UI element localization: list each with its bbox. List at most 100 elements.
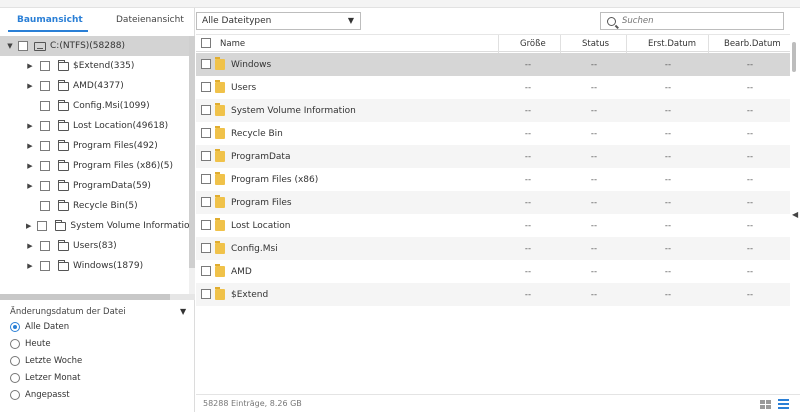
table-row[interactable]: AMD -- -- -- --	[196, 260, 790, 283]
tree-checkbox[interactable]	[40, 141, 50, 151]
tree-item[interactable]: ▶ System Volume Information(3	[0, 216, 195, 236]
chevron-right-icon[interactable]: ▶	[26, 122, 34, 130]
date-filter-option[interactable]: Letzer Monat	[10, 373, 81, 383]
tree-checkbox[interactable]	[40, 201, 50, 211]
column-created[interactable]: Erst.Datum	[648, 39, 696, 49]
tree-item[interactable]: ▶ Program Files(492)	[0, 136, 195, 156]
tree-checkbox[interactable]	[40, 181, 50, 191]
chevron-down-icon[interactable]: ▼	[180, 307, 186, 316]
tree-item[interactable]: ▶ AMD(4377)	[0, 76, 195, 96]
row-checkbox[interactable]	[201, 289, 211, 299]
tree-item[interactable]: ▶ $Extend(335)	[0, 56, 195, 76]
row-checkbox[interactable]	[201, 151, 211, 161]
row-modified: --	[746, 197, 754, 208]
row-modified: --	[746, 151, 754, 162]
chevron-down-icon[interactable]: ▼	[6, 42, 14, 50]
chevron-right-icon[interactable]: ▶	[26, 62, 34, 70]
tree-checkbox[interactable]	[40, 61, 50, 71]
filter-title: Änderungsdatum der Datei	[10, 307, 126, 317]
chevron-right-icon[interactable]: ▶	[26, 222, 31, 230]
search-box[interactable]	[600, 12, 784, 30]
radio-button[interactable]	[10, 390, 20, 400]
table-row[interactable]: Program Files (x86) -- -- -- --	[196, 168, 790, 191]
table-row[interactable]: Config.Msi -- -- -- --	[196, 237, 790, 260]
tree-item[interactable]: ▶ Users(83)	[0, 236, 195, 256]
tree-checkbox[interactable]	[37, 221, 48, 231]
tree-item[interactable]: ▶ Program Files (x86)(5)	[0, 156, 195, 176]
column-size[interactable]: Größe	[520, 39, 546, 49]
tree-checkbox[interactable]	[40, 81, 50, 91]
row-checkbox[interactable]	[201, 59, 211, 69]
chevron-right-icon[interactable]: ▶	[26, 262, 34, 270]
scroll-thumb[interactable]	[0, 294, 170, 300]
list-view-icon[interactable]	[778, 399, 789, 409]
tree-root-drive[interactable]: ▼ C:(NTFS)(58288)	[0, 36, 195, 56]
column-status[interactable]: Status	[582, 39, 609, 49]
row-checkbox[interactable]	[201, 220, 211, 230]
row-modified: --	[746, 289, 754, 300]
table-row[interactable]: Users -- -- -- --	[196, 76, 790, 99]
search-input[interactable]	[622, 16, 772, 26]
tree-vertical-scrollbar[interactable]	[189, 36, 195, 298]
row-checkbox[interactable]	[201, 243, 211, 253]
tree-checkbox[interactable]	[40, 261, 50, 271]
tab-file-view[interactable]: Dateienansicht	[116, 15, 184, 25]
row-checkbox[interactable]	[201, 174, 211, 184]
tab-tree-view[interactable]: Baumansicht	[17, 15, 83, 25]
table-row[interactable]: Lost Location -- -- -- --	[196, 214, 790, 237]
tree-item[interactable]: Recycle Bin(5)	[0, 196, 195, 216]
scroll-thumb[interactable]	[792, 42, 796, 72]
date-filter-option[interactable]: Alle Daten	[10, 322, 69, 332]
row-name: Lost Location	[231, 220, 291, 231]
row-status: --	[590, 266, 598, 277]
column-modified[interactable]: Bearb.Datum	[724, 39, 781, 49]
tree-item[interactable]: Config.Msi(1099)	[0, 96, 195, 116]
column-divider[interactable]	[708, 35, 709, 53]
table-row[interactable]: System Volume Information -- -- -- --	[196, 99, 790, 122]
tree-checkbox[interactable]	[40, 121, 50, 131]
table-row[interactable]: Program Files -- -- -- --	[196, 191, 790, 214]
row-status: --	[590, 128, 598, 139]
chevron-right-icon[interactable]: ▶	[26, 182, 34, 190]
row-checkbox[interactable]	[201, 82, 211, 92]
row-size: --	[524, 220, 532, 231]
chevron-right-icon[interactable]: ▶	[26, 142, 34, 150]
radio-button[interactable]	[10, 373, 20, 383]
table-row[interactable]: Windows -- -- -- --	[196, 53, 790, 76]
tree-checkbox[interactable]	[40, 101, 50, 111]
chevron-right-icon[interactable]: ▶	[26, 242, 34, 250]
table-row[interactable]: Recycle Bin -- -- -- --	[196, 122, 790, 145]
filetype-select[interactable]: Alle Dateitypen ▼	[196, 12, 361, 30]
tree-item[interactable]: ▶ Windows(1879)	[0, 256, 195, 276]
chevron-left-icon[interactable]: ◀	[792, 210, 798, 219]
select-all-checkbox[interactable]	[201, 38, 211, 48]
chevron-right-icon[interactable]: ▶	[26, 82, 34, 90]
column-name[interactable]: Name	[220, 39, 245, 49]
row-modified: --	[746, 243, 754, 254]
scroll-thumb[interactable]	[189, 36, 195, 268]
tree-item[interactable]: ▶ Lost Location(49618)	[0, 116, 195, 136]
date-filter-option[interactable]: Heute	[10, 339, 51, 349]
tree-checkbox[interactable]	[40, 161, 50, 171]
tree-checkbox[interactable]	[18, 41, 28, 51]
row-checkbox[interactable]	[201, 128, 211, 138]
chevron-right-icon[interactable]: ▶	[26, 162, 34, 170]
tree-horizontal-scrollbar[interactable]	[0, 294, 195, 300]
row-created: --	[664, 243, 672, 254]
row-checkbox[interactable]	[201, 197, 211, 207]
date-filter-option[interactable]: Angepasst	[10, 390, 70, 400]
table-row[interactable]: ProgramData -- -- -- --	[196, 145, 790, 168]
column-divider[interactable]	[626, 35, 627, 53]
radio-button[interactable]	[10, 322, 20, 332]
tree-item[interactable]: ▶ ProgramData(59)	[0, 176, 195, 196]
row-checkbox[interactable]	[201, 266, 211, 276]
column-divider[interactable]	[560, 35, 561, 53]
date-filter-option[interactable]: Letzte Woche	[10, 356, 82, 366]
table-row[interactable]: $Extend -- -- -- --	[196, 283, 790, 306]
radio-button[interactable]	[10, 339, 20, 349]
tree-checkbox[interactable]	[40, 241, 50, 251]
row-checkbox[interactable]	[201, 105, 211, 115]
column-divider[interactable]	[498, 35, 499, 53]
grid-view-icon[interactable]	[760, 400, 771, 409]
radio-button[interactable]	[10, 356, 20, 366]
